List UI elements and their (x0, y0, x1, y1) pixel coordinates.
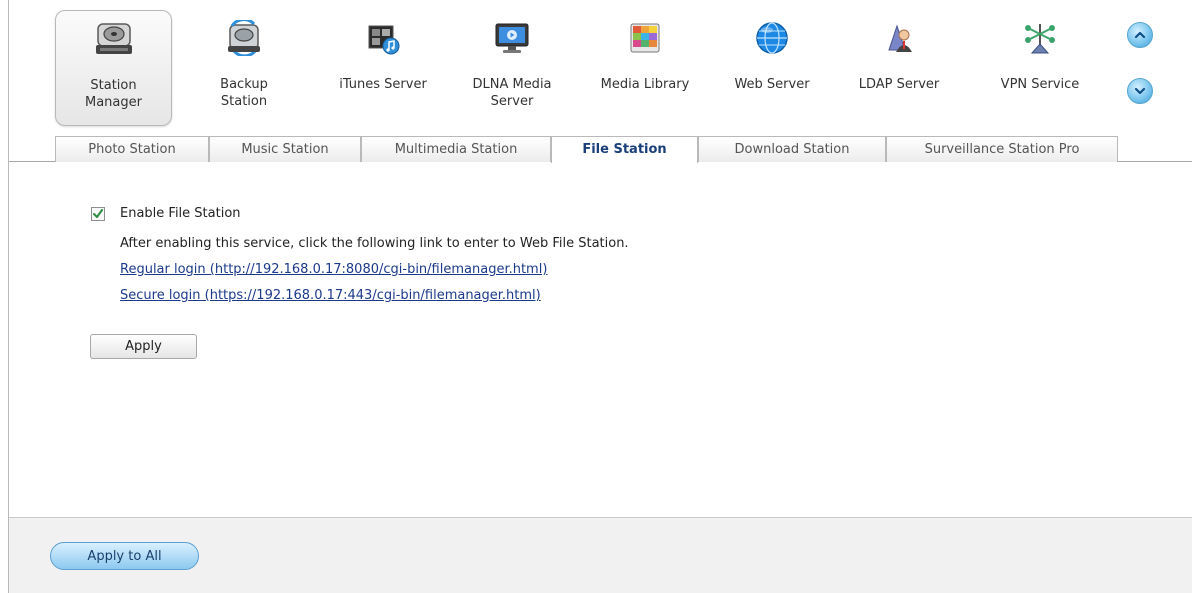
tab-multimedia-station[interactable]: Multimedia Station (361, 136, 551, 162)
dlna-media-server-icon (492, 20, 532, 56)
regular-login-link[interactable]: Regular login (http://192.168.0.17:8080/… (120, 262, 547, 277)
app-vpn-service[interactable]: VPN Service (985, 10, 1095, 126)
app-station-manager[interactable]: Station Manager (55, 10, 172, 126)
tab-surveillance-station-pro[interactable]: Surveillance Station Pro (886, 136, 1118, 162)
chevron-down-icon (1134, 87, 1146, 95)
tab-download-station[interactable]: Download Station (698, 136, 886, 162)
apply-button[interactable]: Apply (90, 334, 197, 359)
app-label: DLNA Media Server (472, 77, 552, 109)
service-description: After enabling this service, click the f… (120, 236, 629, 251)
itunes-server-icon (363, 20, 403, 56)
app-media-library[interactable]: Media Library (589, 10, 701, 126)
checkmark-icon (93, 209, 103, 218)
app-ldap-server[interactable]: LDAP Server (847, 10, 951, 126)
enable-file-station-label[interactable]: Enable File Station (120, 206, 241, 221)
file-station-panel: Enable File Station After enabling this … (9, 163, 1192, 517)
scroll-down-button[interactable] (1127, 78, 1153, 104)
app-label: VPN Service (1000, 77, 1080, 92)
apply-to-all-button[interactable]: Apply to All (50, 542, 199, 570)
chevron-up-icon (1134, 31, 1146, 39)
app-label: Backup Station (220, 77, 268, 109)
scroll-up-button[interactable] (1127, 22, 1153, 48)
tab-photo-station[interactable]: Photo Station (55, 136, 209, 162)
web-server-icon (752, 20, 792, 56)
app-backup-station[interactable]: Backup Station (201, 10, 287, 126)
station-manager-icon (94, 21, 134, 57)
tab-bar: Photo Station Music Station Multimedia S… (9, 136, 1192, 163)
app-dlna-media-server[interactable]: DLNA Media Server (461, 10, 563, 126)
tab-music-station[interactable]: Music Station (209, 136, 361, 162)
tab-file-station[interactable]: File Station (551, 136, 698, 163)
app-itunes-server[interactable]: iTunes Server (319, 10, 447, 126)
app-web-server[interactable]: Web Server (727, 10, 817, 126)
secure-login-link[interactable]: Secure login (https://192.168.0.17:443/c… (120, 288, 541, 303)
backup-station-icon (224, 18, 264, 58)
ldap-server-icon (879, 20, 919, 56)
media-library-icon (625, 20, 665, 56)
vpn-service-icon (1020, 20, 1060, 56)
app-label: Web Server (734, 77, 810, 92)
app-label: Media Library (600, 77, 690, 92)
app-label: iTunes Server (339, 77, 427, 92)
footer-bar: Apply to All (9, 517, 1192, 593)
app-label: LDAP Server (858, 77, 940, 92)
app-label: Station Manager (85, 78, 142, 110)
enable-file-station-checkbox[interactable] (91, 207, 105, 221)
app-frame: Station Manager Backup Station iTunes Se… (8, 0, 1192, 593)
app-toolbar: Station Manager Backup Station iTunes Se… (9, 0, 1192, 136)
